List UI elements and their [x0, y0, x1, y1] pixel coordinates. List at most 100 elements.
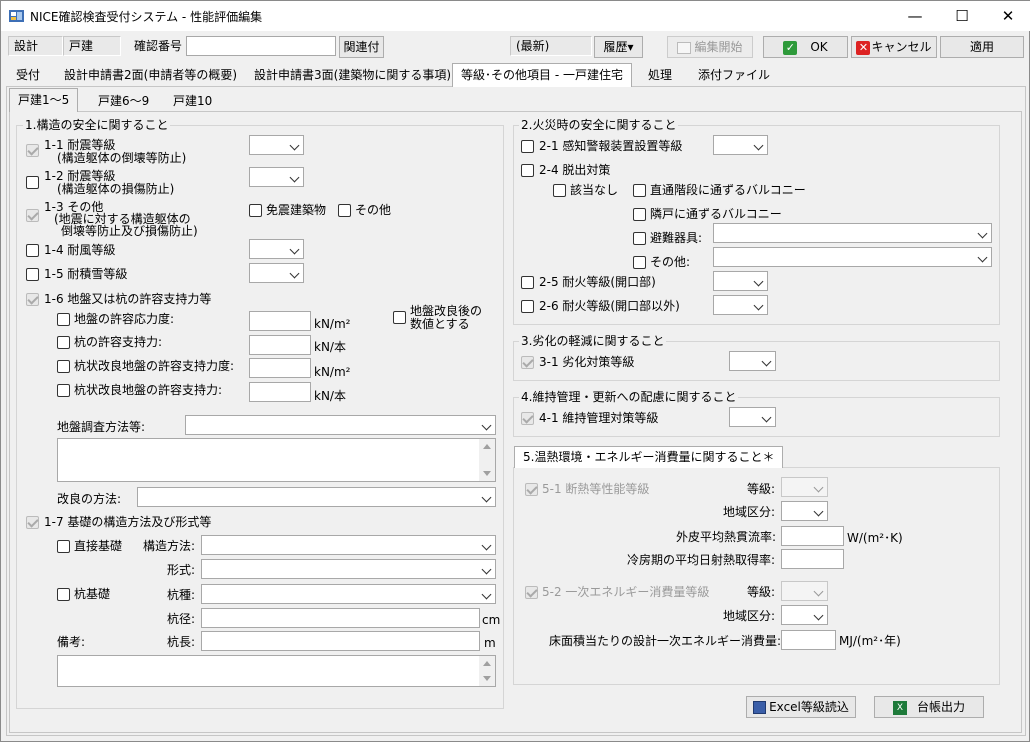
s3-1-select[interactable] [729, 351, 776, 371]
ua-label: 外皮平均熱貫流率: [676, 530, 777, 544]
subtab-6-9[interactable]: 戸建6～9 [89, 90, 158, 112]
structure-method-select[interactable] [201, 535, 496, 555]
direct-stair-balcony-checkbox[interactable] [633, 184, 646, 197]
ua-unit: W/(m²･K) [847, 531, 903, 545]
s1-5-select[interactable] [249, 263, 304, 283]
survey-method-textarea[interactable] [57, 438, 496, 482]
history-button[interactable]: 履歴▾ [594, 36, 643, 58]
scrollbar[interactable] [479, 439, 495, 481]
s3-1-label: 3-1 劣化対策等級 [539, 355, 635, 369]
s1-3-other-checkbox[interactable] [338, 204, 351, 217]
s5-2-grade-select[interactable] [781, 581, 828, 601]
related-button[interactable]: 関連付 [339, 36, 384, 58]
chevron-down-icon [753, 140, 764, 151]
minimize-button[interactable]: — [892, 1, 938, 31]
neighbor-balcony-checkbox[interactable] [633, 208, 646, 221]
pile-ground-support-label: 杭状改良地盤の許容支持力: [74, 383, 223, 397]
tab-attachments[interactable]: 添付ファイル [689, 64, 779, 86]
pile-type-select[interactable] [201, 584, 496, 604]
s4-1-select[interactable] [729, 407, 776, 427]
s1-6-checkbox[interactable] [26, 293, 39, 306]
s1-4-checkbox[interactable] [26, 244, 39, 257]
eta-input[interactable] [781, 549, 844, 569]
s1-7-checkbox[interactable] [26, 516, 39, 529]
tab-process[interactable]: 処理 [639, 64, 681, 86]
s2-1-checkbox[interactable] [521, 140, 534, 153]
subtab-10[interactable]: 戸建10 [164, 90, 221, 112]
s5-1-grade-label: 等級: [747, 482, 776, 496]
energy-input[interactable] [781, 630, 836, 650]
ground-bearing-unit: kN/m² [314, 317, 351, 331]
s2-6-label: 2-6 耐火等級(開口部以外) [539, 299, 680, 313]
s1-1-select[interactable] [249, 135, 304, 155]
s5-1-region-select[interactable] [781, 501, 828, 521]
title-bar: NICE確認検査受付システム - 性能評価編集 — ☐ ✕ [1, 1, 1030, 31]
pile-ground-bearing-input[interactable] [249, 358, 311, 378]
pile-bearing-input[interactable] [249, 335, 311, 355]
subtab-1-5[interactable]: 戸建1～5 [9, 88, 79, 112]
eta-label: 冷房期の平均日射熱取得率: [627, 553, 776, 567]
edit-start-button[interactable]: 編集開始 [667, 36, 753, 58]
pile-ground-bearing-checkbox[interactable] [57, 360, 70, 373]
confirm-no-input[interactable] [186, 36, 336, 56]
close-button[interactable]: ✕ [985, 1, 1030, 31]
escape-device-label: 避難器具: [650, 231, 703, 245]
ok-button[interactable]: ✓ OK [763, 36, 848, 58]
remarks-textarea[interactable] [57, 655, 496, 687]
menshin-checkbox[interactable] [249, 204, 262, 217]
survey-method-select[interactable] [185, 415, 496, 435]
tab-grade-house[interactable]: 等級･その他項目 - 一戸建住宅 [452, 63, 632, 87]
form-label: 形式: [167, 563, 196, 577]
s5-1-checkbox[interactable] [525, 483, 538, 496]
s2-1-select[interactable] [713, 135, 768, 155]
pile-diameter-input[interactable] [201, 608, 480, 628]
tab-form2[interactable]: 設計申請書2面(申請者等の概要) [55, 64, 246, 86]
not-applicable-checkbox[interactable] [553, 184, 566, 197]
ground-bearing-checkbox[interactable] [57, 313, 70, 326]
s4-1-checkbox[interactable] [521, 412, 534, 425]
pile-foundation-checkbox[interactable] [57, 588, 70, 601]
s2-4-checkbox[interactable] [521, 164, 534, 177]
energy-unit: MJ/(m²･年) [839, 634, 901, 648]
direct-foundation-checkbox[interactable] [57, 540, 70, 553]
apply-button[interactable]: 適用 [940, 36, 1024, 58]
s1-2-sublabel: (構造躯体の損傷防止) [57, 182, 175, 196]
cancel-button[interactable]: ✕ キャンセル [851, 36, 937, 58]
s2-4-other-checkbox[interactable] [633, 256, 646, 269]
ua-input[interactable] [781, 526, 844, 546]
s2-4-other-select[interactable] [713, 247, 992, 267]
s1-5-checkbox[interactable] [26, 268, 39, 281]
ground-bearing-input[interactable] [249, 311, 311, 331]
s1-2-select[interactable] [249, 167, 304, 187]
maximize-button[interactable]: ☐ [939, 1, 985, 31]
s1-1-checkbox[interactable] [26, 144, 39, 157]
pile-length-input[interactable] [201, 631, 480, 651]
s5-2-checkbox[interactable] [525, 586, 538, 599]
form-select[interactable] [201, 559, 496, 579]
s2-6-checkbox[interactable] [521, 300, 534, 313]
s3-1-checkbox[interactable] [521, 356, 534, 369]
escape-device-checkbox[interactable] [633, 232, 646, 245]
pile-ground-support-input[interactable] [249, 382, 311, 402]
s5-2-region-select[interactable] [781, 605, 828, 625]
ground-improved-checkbox[interactable] [393, 311, 406, 324]
section5-tab[interactable]: 5.温熱環境・エネルギー消費量に関すること＊ [514, 446, 784, 468]
scrollbar[interactable] [479, 656, 495, 686]
tab-reception[interactable]: 受付 [7, 64, 49, 86]
s1-3-checkbox[interactable] [26, 209, 39, 222]
s2-1-label: 2-1 感知警報装置設置等級 [539, 139, 683, 153]
s2-6-select[interactable] [713, 295, 768, 315]
excel-import-button[interactable]: Excel等級読込 [746, 696, 856, 718]
s1-2-checkbox[interactable] [26, 176, 39, 189]
direct-foundation-label: 直接基礎 [74, 539, 123, 553]
pile-ground-support-checkbox[interactable] [57, 384, 70, 397]
escape-device-select[interactable] [713, 223, 992, 243]
s5-1-grade-select[interactable] [781, 477, 828, 497]
ledger-output-button[interactable]: X 台帳出力 [874, 696, 984, 718]
s2-5-select[interactable] [713, 271, 768, 291]
pile-bearing-checkbox[interactable] [57, 336, 70, 349]
s2-5-checkbox[interactable] [521, 276, 534, 289]
s1-4-select[interactable] [249, 239, 304, 259]
tab-form3[interactable]: 設計申請書3面(建築物に関する事項) [245, 64, 460, 86]
improve-method-select[interactable] [137, 487, 496, 507]
